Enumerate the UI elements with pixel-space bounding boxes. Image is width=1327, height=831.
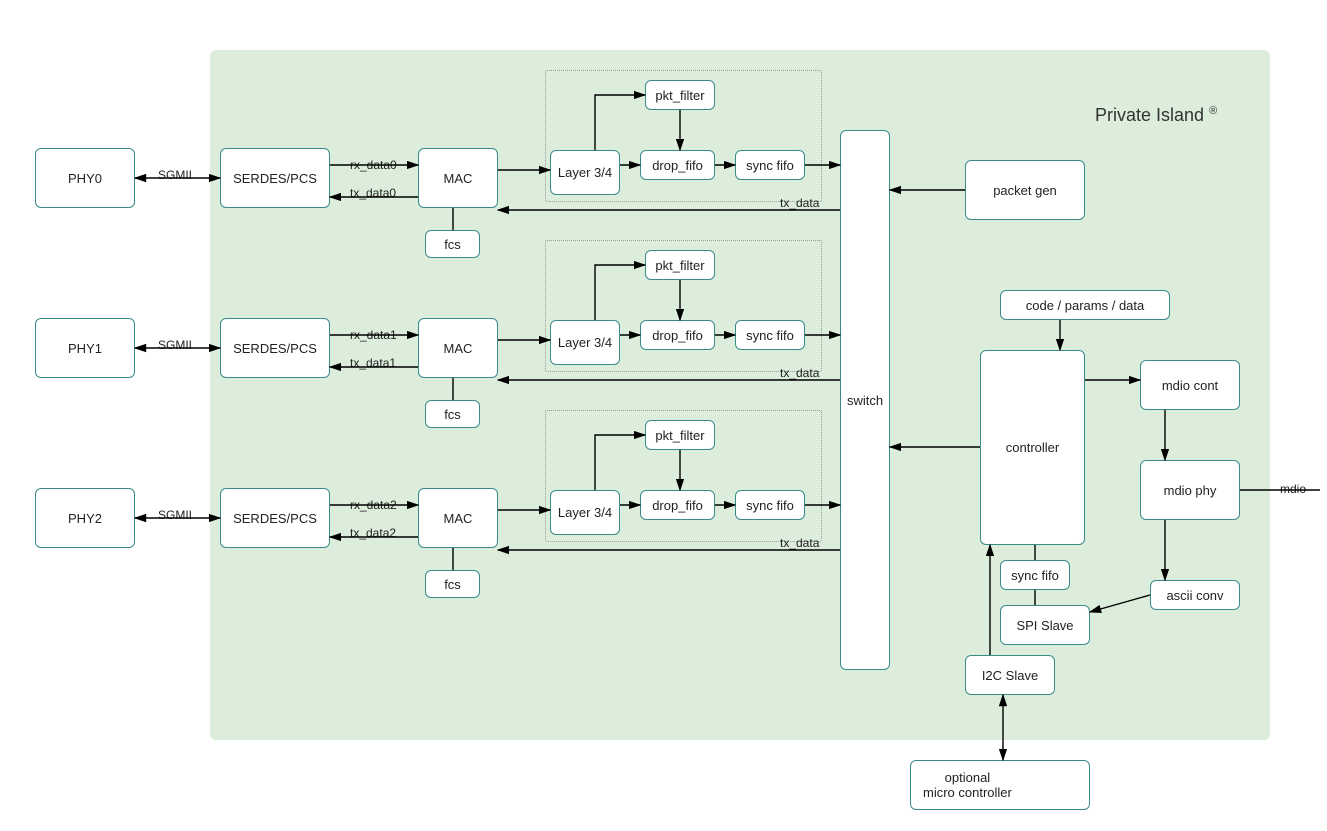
phy0-link-label: SGMII bbox=[158, 168, 192, 182]
tx-data-2-label: tx_data bbox=[780, 536, 819, 550]
tx-data1-label: tx_data1 bbox=[350, 356, 396, 370]
phy2-box: PHY2 bbox=[35, 488, 135, 548]
mac-2: MAC bbox=[418, 488, 498, 548]
layer34-0: Layer 3/4 bbox=[550, 150, 620, 195]
spi-slave-box: SPI Slave bbox=[1000, 605, 1090, 645]
diagram-title: Private Island ® bbox=[1095, 105, 1217, 126]
packet-gen-box: packet gen bbox=[965, 160, 1085, 220]
mdio-phy-box: mdio phy bbox=[1140, 460, 1240, 520]
mdio-cont-box: mdio cont bbox=[1140, 360, 1240, 410]
drop-fifo-0: drop_fifo bbox=[640, 150, 715, 180]
pkt-filter-2: pkt_filter bbox=[645, 420, 715, 450]
sync-fifo-ctrl-box: sync fifo bbox=[1000, 560, 1070, 590]
code-params-box: code / params / data bbox=[1000, 290, 1170, 320]
mac-1: MAC bbox=[418, 318, 498, 378]
sync-fifo-1: sync fifo bbox=[735, 320, 805, 350]
drop-fifo-1: drop_fifo bbox=[640, 320, 715, 350]
phy2-link-label: SGMII bbox=[158, 508, 192, 522]
tx-data-1-label: tx_data bbox=[780, 366, 819, 380]
i2c-slave-box: I2C Slave bbox=[965, 655, 1055, 695]
drop-fifo-2: drop_fifo bbox=[640, 490, 715, 520]
mac-0: MAC bbox=[418, 148, 498, 208]
ascii-conv-box: ascii conv bbox=[1150, 580, 1240, 610]
tx-data-0-label: tx_data bbox=[780, 196, 819, 210]
fcs-2: fcs bbox=[425, 570, 480, 598]
pkt-filter-1: pkt_filter bbox=[645, 250, 715, 280]
layer34-2: Layer 3/4 bbox=[550, 490, 620, 535]
phy1-link-label: SGMII bbox=[158, 338, 192, 352]
layer34-1: Layer 3/4 bbox=[550, 320, 620, 365]
pkt-filter-0: pkt_filter bbox=[645, 80, 715, 110]
sync-fifo-0: sync fifo bbox=[735, 150, 805, 180]
tx-data0-label: tx_data0 bbox=[350, 186, 396, 200]
rx-data1-label: rx_data1 bbox=[350, 328, 397, 342]
tx-data2-label: tx_data2 bbox=[350, 526, 396, 540]
phy0-box: PHY0 bbox=[35, 148, 135, 208]
title-text: Private Island bbox=[1095, 105, 1204, 125]
serdes-pcs-0: SERDES/PCS bbox=[220, 148, 330, 208]
fcs-1: fcs bbox=[425, 400, 480, 428]
phy1-box: PHY1 bbox=[35, 318, 135, 378]
fcs-0: fcs bbox=[425, 230, 480, 258]
controller-box: controller bbox=[980, 350, 1085, 545]
sync-fifo-2: sync fifo bbox=[735, 490, 805, 520]
serdes-pcs-1: SERDES/PCS bbox=[220, 318, 330, 378]
switch-box: switch bbox=[840, 130, 890, 670]
rx-data2-label: rx_data2 bbox=[350, 498, 397, 512]
rx-data0-label: rx_data0 bbox=[350, 158, 397, 172]
micro-controller-box: optional micro controller bbox=[910, 760, 1090, 810]
registered-mark: ® bbox=[1209, 105, 1217, 117]
serdes-pcs-2: SERDES/PCS bbox=[220, 488, 330, 548]
mdio-label: mdio bbox=[1280, 482, 1306, 496]
